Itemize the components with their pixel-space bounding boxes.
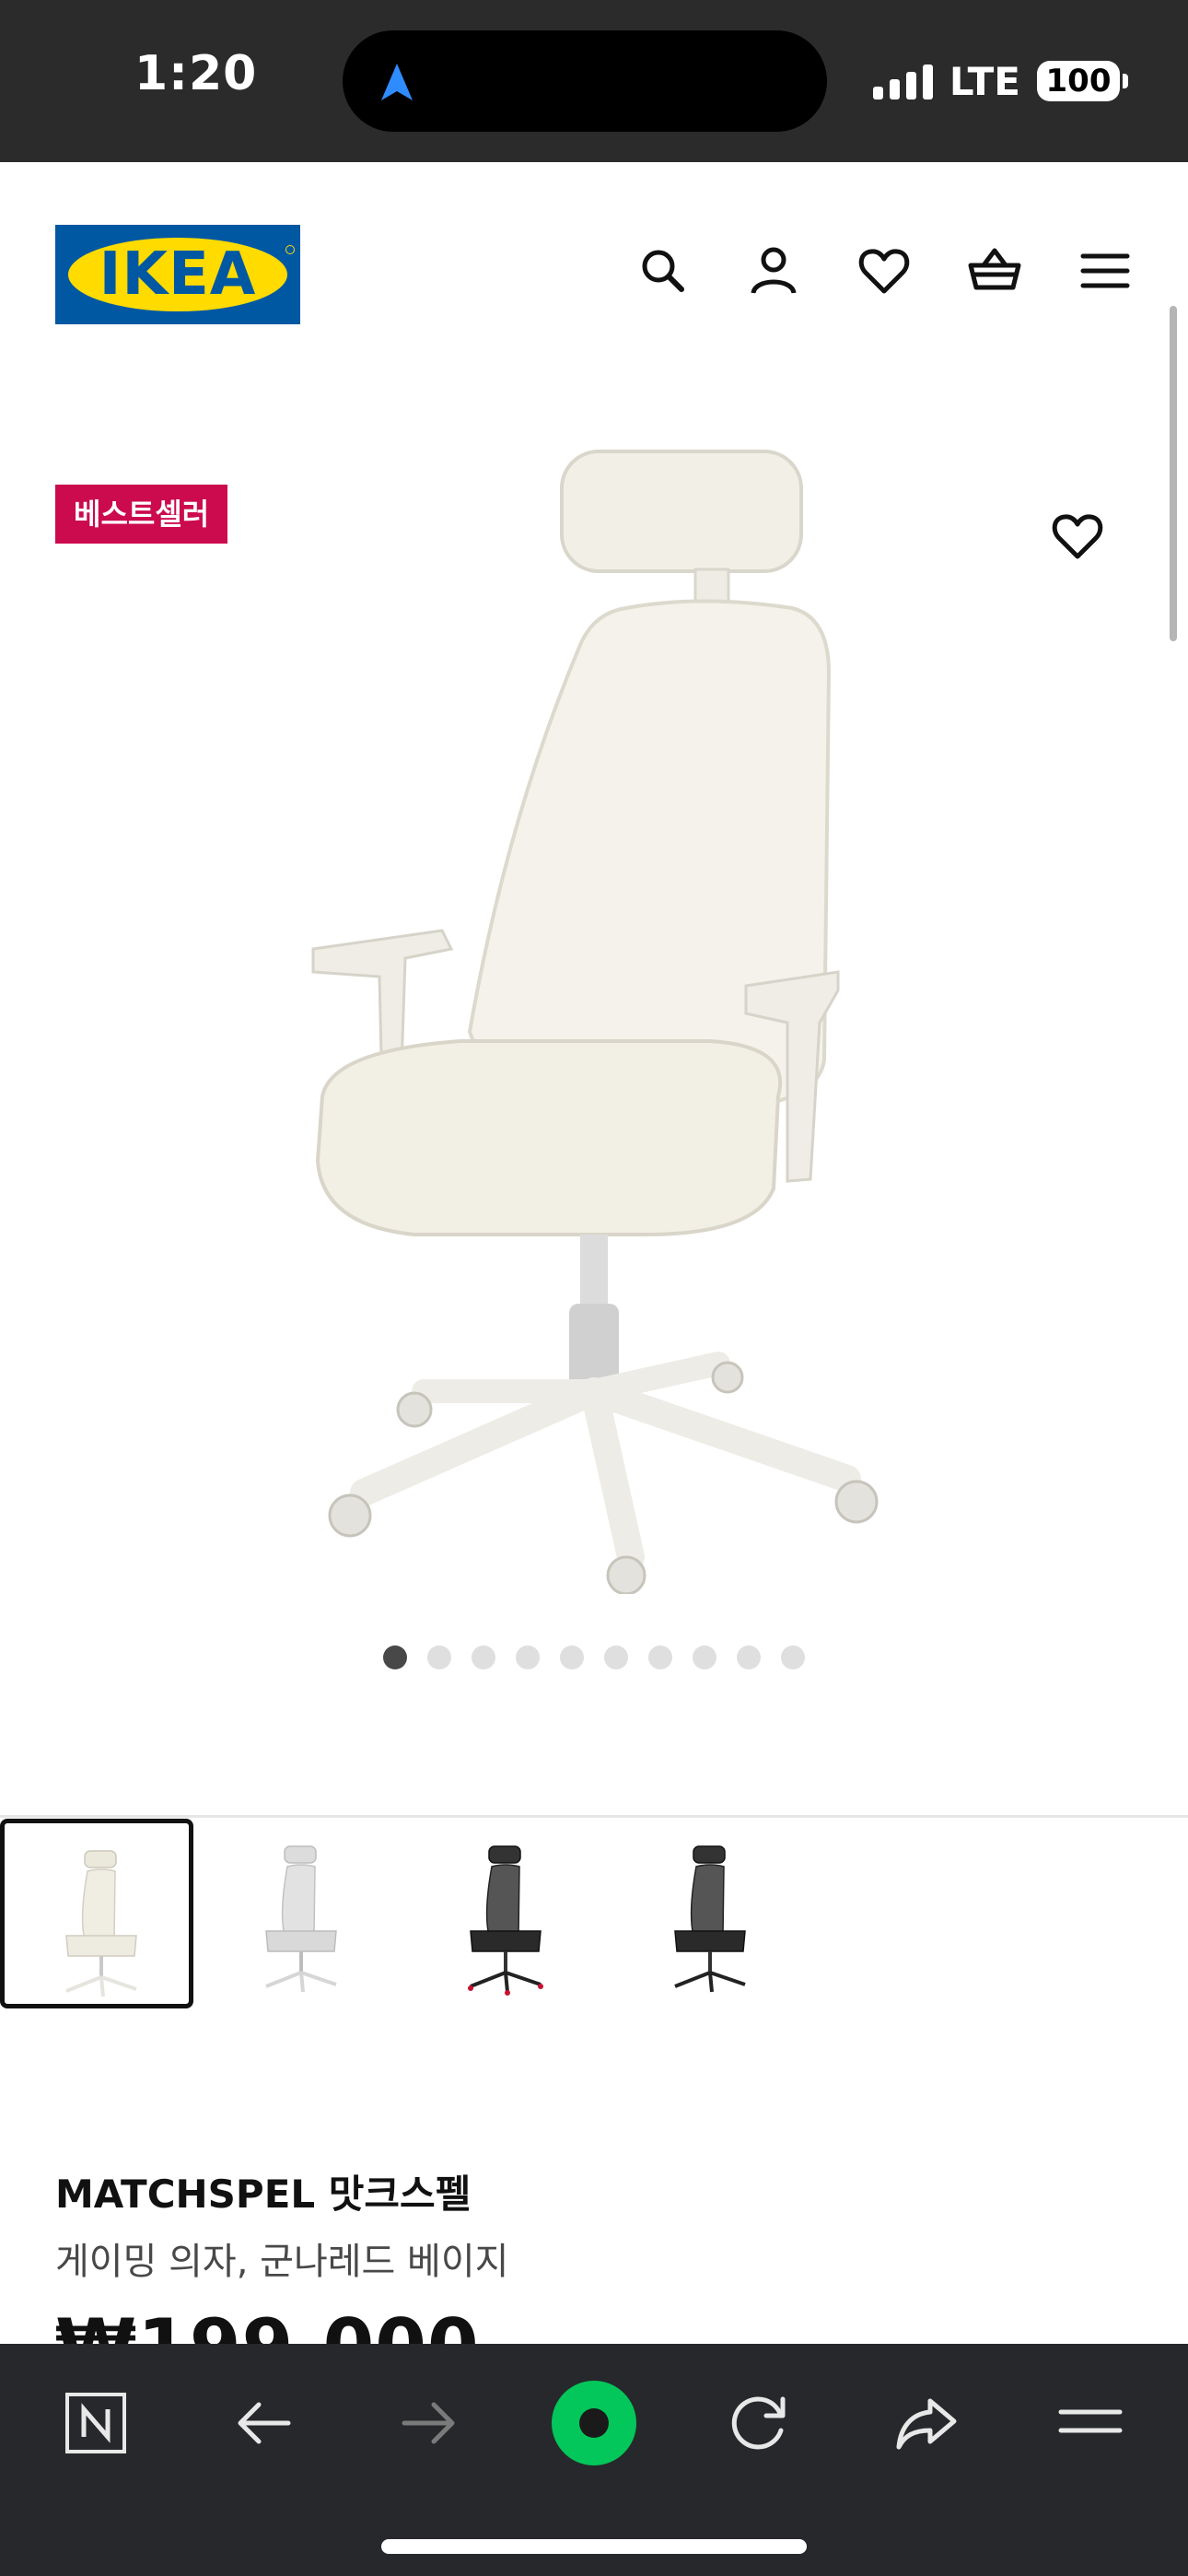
home-indicator[interactable] (381, 2539, 807, 2554)
pagination-dot[interactable] (383, 1645, 407, 1669)
pagination-dot[interactable] (516, 1645, 540, 1669)
pagination-dot[interactable] (737, 1645, 761, 1669)
user-icon[interactable] (744, 241, 803, 300)
thumbnail-light-grey[interactable] (204, 1819, 398, 2008)
chair-thumbnail-image (674, 1845, 746, 1993)
signal-icon (872, 63, 933, 100)
chair-thumbnail-image (468, 1845, 543, 1996)
dynamic-island (343, 30, 827, 132)
page-scrollbar[interactable] (1170, 306, 1177, 641)
heart-icon[interactable] (855, 241, 914, 300)
naver-icon[interactable] (52, 2379, 140, 2467)
share-icon[interactable] (882, 2379, 971, 2467)
section-divider (0, 1815, 1188, 1818)
status-right: LTE 100 (872, 53, 1128, 109)
pagination-dot[interactable] (604, 1645, 628, 1669)
navigation-arrow-icon (381, 64, 413, 100)
battery-level: 100 (1045, 63, 1112, 100)
logo-oval: IKEA (68, 238, 287, 311)
pagination-dot[interactable] (427, 1645, 451, 1669)
thumbnail-black-red[interactable] (409, 1819, 602, 2008)
shopping-basket-icon[interactable] (965, 241, 1024, 300)
thumbnail-beige[interactable] (0, 1819, 193, 2008)
pagination-dot[interactable] (693, 1645, 716, 1669)
chair-thumbnail-image (265, 1845, 337, 1993)
image-pagination-dots[interactable] (383, 1645, 805, 1669)
pagination-dot[interactable] (560, 1645, 584, 1669)
pagination-dot[interactable] (781, 1645, 805, 1669)
product-name[interactable]: MATCHSPEL 맛크스펠 (55, 2163, 471, 2219)
status-bar: 1:20 LTE 100 (0, 0, 1188, 162)
pagination-dot[interactable] (472, 1645, 495, 1669)
reload-icon[interactable] (715, 2379, 803, 2467)
ikea-logo[interactable]: IKEA (55, 225, 300, 324)
bestseller-badge: 베스트셀러 (55, 485, 228, 544)
hamburger-menu-icon[interactable] (1076, 241, 1135, 300)
thumbnail-black[interactable] (613, 1819, 807, 2008)
status-time: 1:20 (134, 46, 258, 101)
network-label: LTE (949, 58, 1020, 104)
green-dot-icon[interactable] (550, 2379, 638, 2467)
battery-icon: 100 (1037, 61, 1128, 101)
favorite-heart-icon[interactable] (1048, 507, 1107, 566)
forward-arrow-icon[interactable] (385, 2379, 473, 2467)
product-thumbnails (0, 1819, 1188, 2008)
back-arrow-icon[interactable] (219, 2379, 308, 2467)
chair-thumbnail-image (65, 1850, 137, 1997)
menu-icon[interactable] (1046, 2379, 1135, 2467)
product-description: 게이밍 의자, 군나레드 베이지 (55, 2241, 509, 2283)
logo-text: IKEA (99, 240, 257, 309)
search-icon[interactable] (634, 241, 693, 300)
pagination-dot[interactable] (648, 1645, 672, 1669)
product-image-chair (311, 450, 879, 1594)
site-header: IKEA (0, 162, 1188, 374)
registered-mark (285, 245, 295, 254)
